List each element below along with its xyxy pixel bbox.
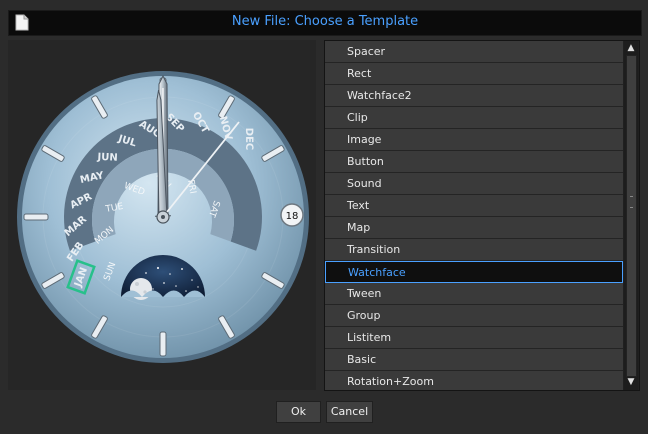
list-item[interactable]: Listitem — [325, 327, 623, 349]
list-item[interactable]: Text — [325, 195, 623, 217]
list-item[interactable]: Clip — [325, 107, 623, 129]
date-label: 18 — [286, 211, 299, 222]
list-item[interactable]: Spacer — [325, 41, 623, 63]
vertical-scrollbar[interactable]: ▲ ▼ — [624, 41, 638, 390]
arrow-down-icon[interactable]: ▼ — [624, 376, 638, 388]
list-item[interactable]: Image — [325, 129, 623, 151]
date-window: 18 — [280, 203, 304, 227]
list-item[interactable]: Transition — [325, 239, 623, 261]
list-item[interactable]: Map — [325, 217, 623, 239]
template-list: Spacer Rect Watchface2 Clip Image Button… — [325, 41, 623, 390]
month-label: DEC — [243, 128, 254, 151]
list-item[interactable]: Rect — [325, 63, 623, 85]
month-label: JUN — [96, 152, 118, 164]
title-bar: New File: Choose a Template — [8, 10, 642, 36]
new-file-dialog: New File: Choose a Template JAN FEB MAR … — [0, 0, 648, 434]
cancel-button[interactable]: Cancel — [326, 401, 373, 423]
list-item[interactable]: Group — [325, 305, 623, 327]
arrow-up-icon[interactable]: ▲ — [624, 42, 638, 54]
template-preview: JAN FEB MAR APR MAY JUN JUL AUG SEP OCT … — [8, 40, 316, 390]
list-item[interactable]: Rotation+Zoom — [325, 371, 623, 390]
list-item-selected[interactable]: Watchface — [325, 261, 623, 283]
list-item[interactable]: Tween — [325, 283, 623, 305]
ok-button[interactable]: Ok — [276, 401, 321, 423]
list-item[interactable]: Watchface2 — [325, 85, 623, 107]
list-item[interactable]: Button — [325, 151, 623, 173]
list-item[interactable]: Basic — [325, 349, 623, 371]
dialog-title: New File: Choose a Template — [231, 14, 419, 29]
watchface-preview: JAN FEB MAR APR MAY JUN JUL AUG SEP OCT … — [17, 71, 309, 363]
grip-icon — [630, 196, 633, 208]
scrollbar-thumb[interactable] — [626, 55, 637, 377]
template-list-panel: Spacer Rect Watchface2 Clip Image Button… — [324, 40, 640, 391]
list-item[interactable]: Sound — [325, 173, 623, 195]
